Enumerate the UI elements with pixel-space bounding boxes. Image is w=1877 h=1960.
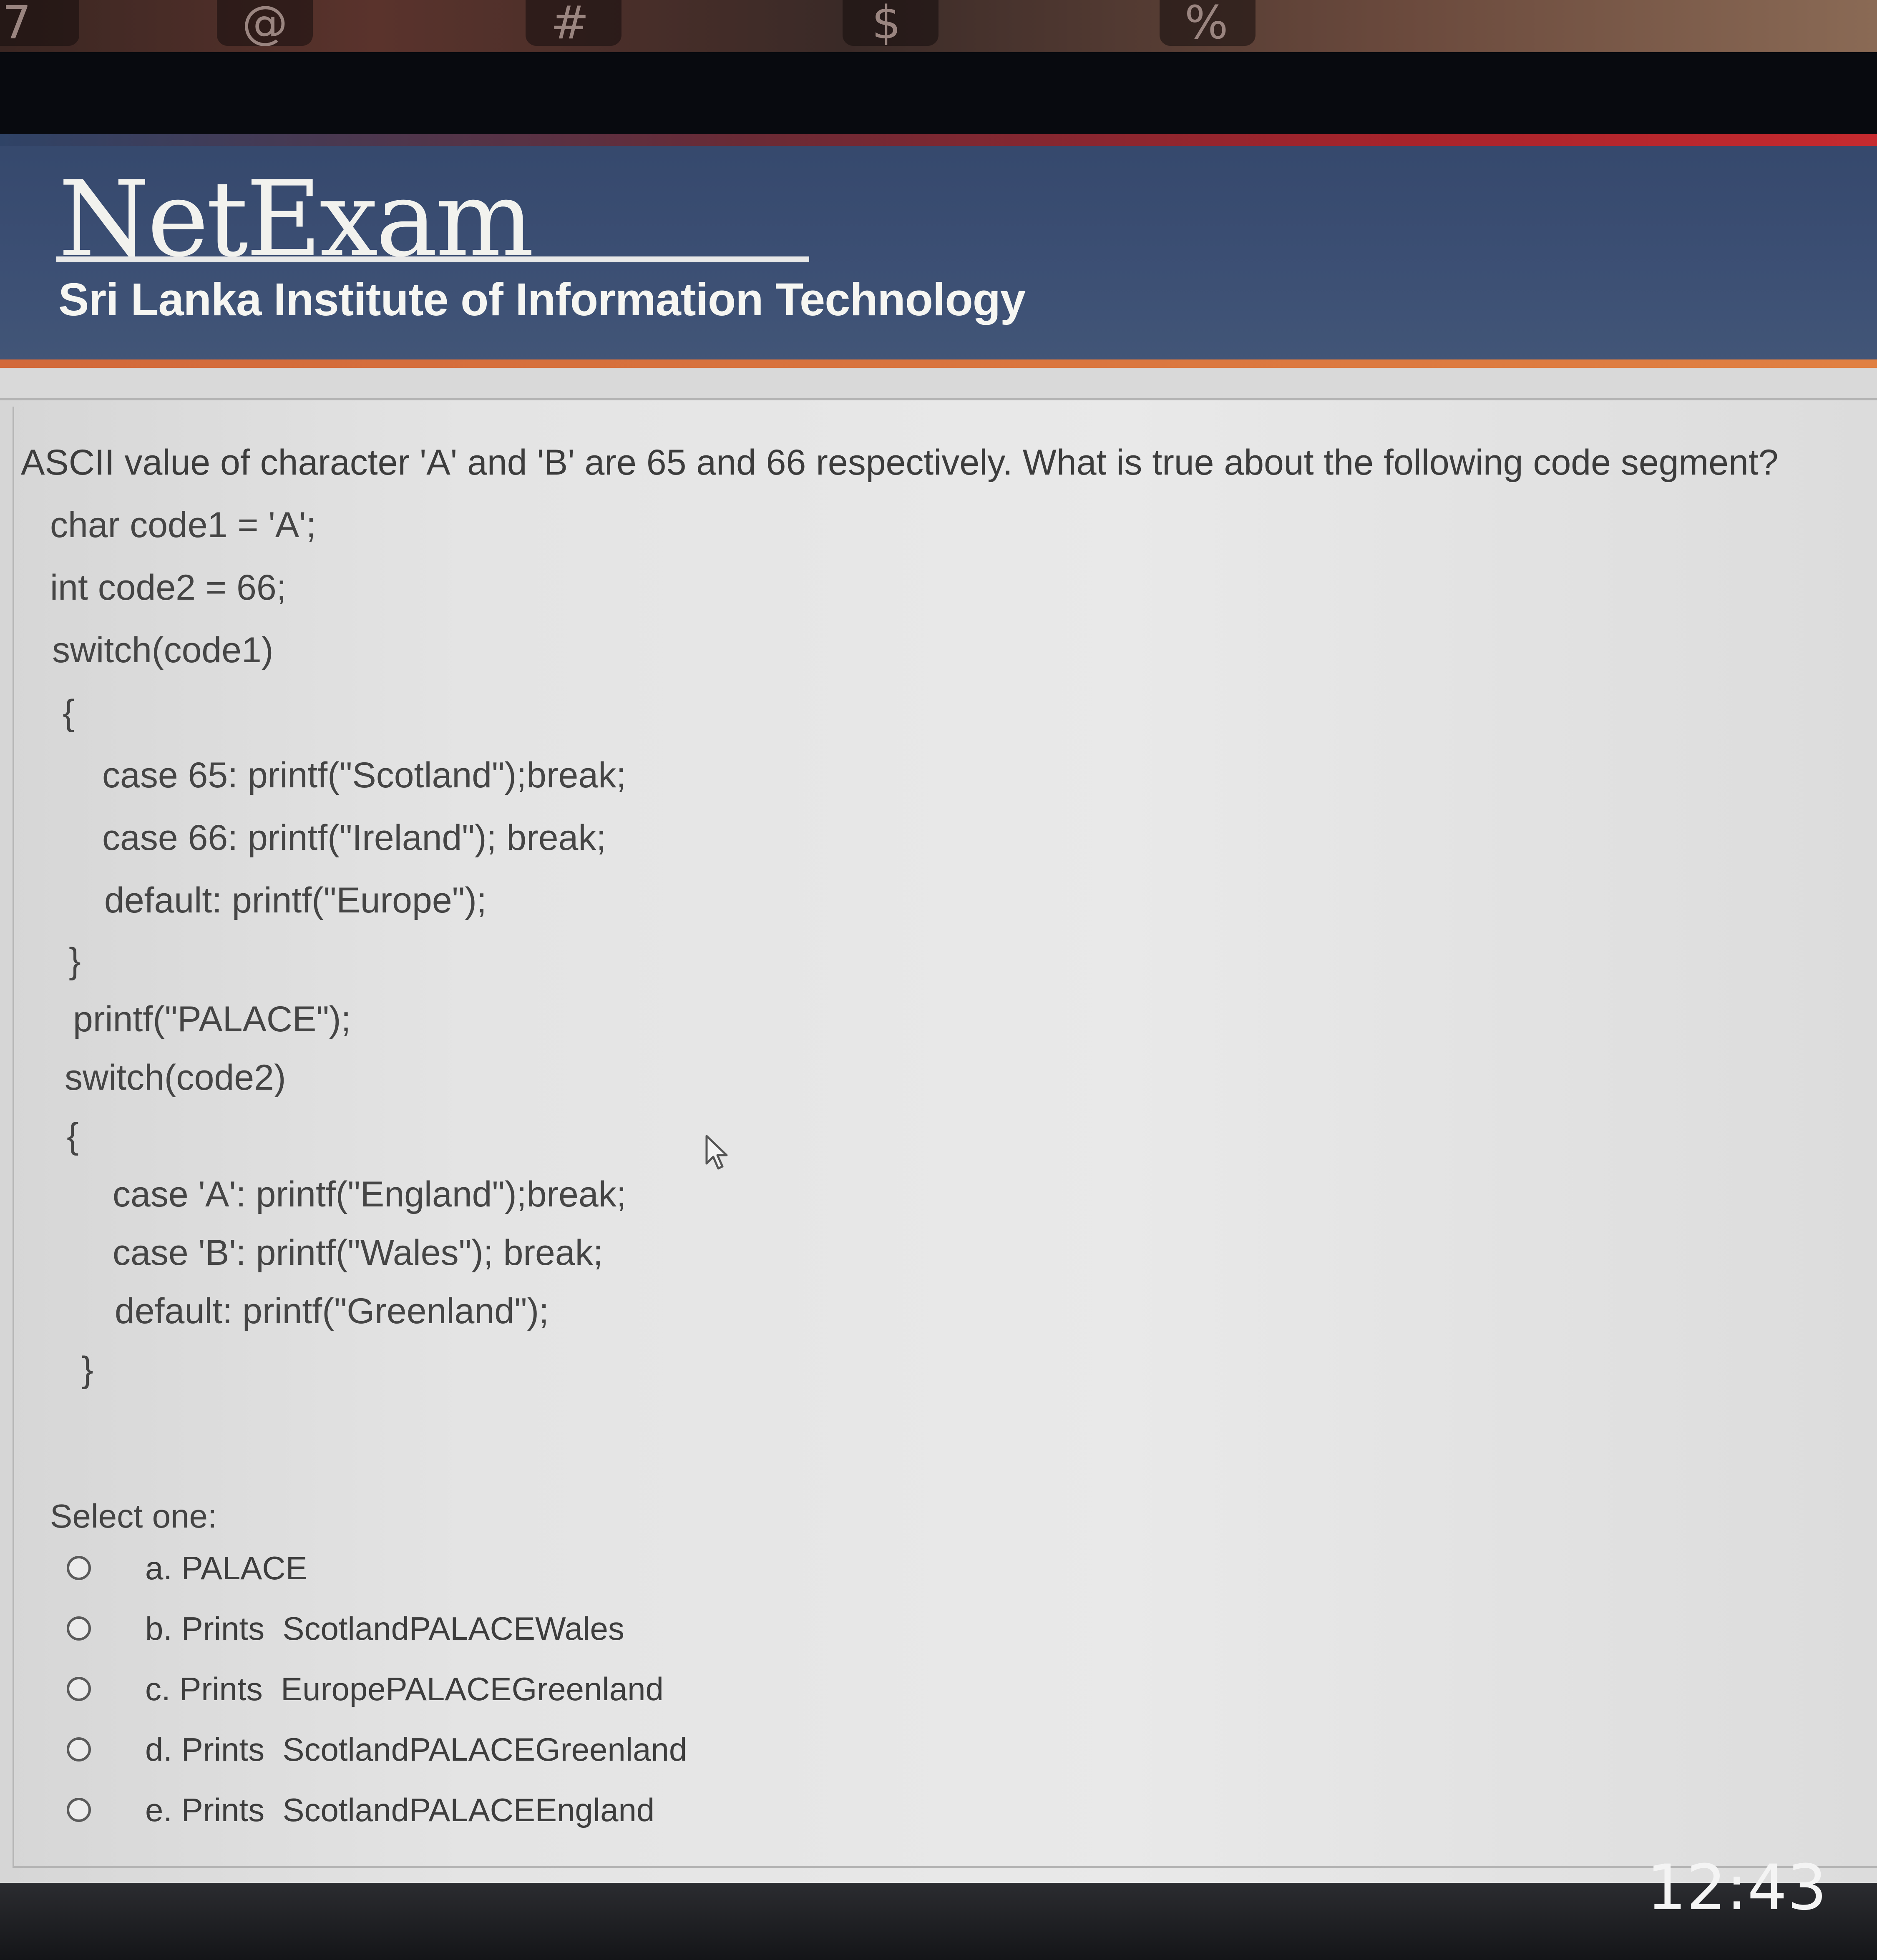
select-one-label: Select one:	[50, 1498, 217, 1535]
code-line: }	[81, 1349, 93, 1390]
code-line: default: printf("Europe");	[104, 880, 487, 920]
logo-underline	[56, 256, 809, 262]
keyboard-key: %	[1160, 0, 1256, 49]
code-line: default: printf("Greenland");	[115, 1291, 549, 1331]
code-line: switch(code1)	[52, 630, 274, 670]
monitor-bezel-bottom	[0, 1883, 1877, 1960]
keyboard-key: 7	[0, 0, 79, 49]
mouse-cursor-icon	[705, 1135, 728, 1170]
code-line: switch(code2)	[65, 1058, 286, 1098]
option-label: c. Prints EuropePALACEGreenland	[145, 1670, 664, 1707]
header-orange-bar	[0, 359, 1877, 368]
radio-button[interactable]	[67, 1737, 91, 1761]
answer-option-c[interactable]: c. Prints EuropePALACEGreenland	[67, 1668, 664, 1710]
code-line: printf("PALACE");	[73, 999, 351, 1039]
status-clock: 12:43	[1646, 1852, 1827, 1924]
code-line: int code2 = 66;	[50, 568, 287, 608]
code-line: case 'B': printf("Wales"); break;	[113, 1233, 603, 1273]
code-line: {	[67, 1116, 79, 1156]
radio-button[interactable]	[67, 1556, 91, 1580]
key-label: %	[1185, 0, 1228, 49]
key-label: #	[551, 0, 589, 49]
key-label: @	[242, 0, 288, 49]
key-label: 7	[2, 0, 31, 49]
option-label: a. PALACE	[145, 1549, 307, 1586]
answer-option-b[interactable]: b. Prints ScotlandPALACEWales	[67, 1608, 624, 1649]
code-line: case 65: printf("Scotland");break;	[102, 755, 627, 795]
question-text: ASCII value of character 'A' and 'B' are…	[21, 442, 1779, 482]
code-line: case 66: printf("Ireland"); break;	[102, 818, 606, 858]
institute-name: Sri Lanka Institute of Information Techn…	[58, 274, 1026, 325]
header-accent-line	[0, 134, 1877, 146]
radio-button[interactable]	[67, 1798, 91, 1822]
radio-button[interactable]	[67, 1616, 91, 1641]
code-line: {	[63, 693, 75, 733]
code-line: char code1 = 'A';	[50, 505, 316, 545]
key-label: $	[872, 0, 901, 49]
code-line: }	[69, 941, 81, 981]
keyboard-strip: 7 @ # $ %	[0, 0, 1877, 52]
answer-option-a[interactable]: a. PALACE	[67, 1547, 307, 1589]
keyboard-key: $	[843, 0, 938, 49]
answer-option-e[interactable]: e. Prints ScotlandPALACEEngland	[67, 1789, 654, 1831]
option-label: e. Prints ScotlandPALACEEngland	[145, 1791, 655, 1828]
monitor-bezel-top	[0, 52, 1877, 136]
keyboard-key: #	[526, 0, 621, 49]
option-label: d. Prints ScotlandPALACEGreenland	[145, 1731, 687, 1768]
answer-option-d[interactable]: d. Prints ScotlandPALACEGreenland	[67, 1729, 687, 1770]
keyboard-key: @	[217, 0, 313, 49]
code-line: case 'A': printf("England");break;	[113, 1174, 627, 1214]
content-divider	[0, 398, 1877, 400]
radio-button[interactable]	[67, 1677, 91, 1701]
option-label: b. Prints ScotlandPALACEWales	[145, 1610, 624, 1647]
